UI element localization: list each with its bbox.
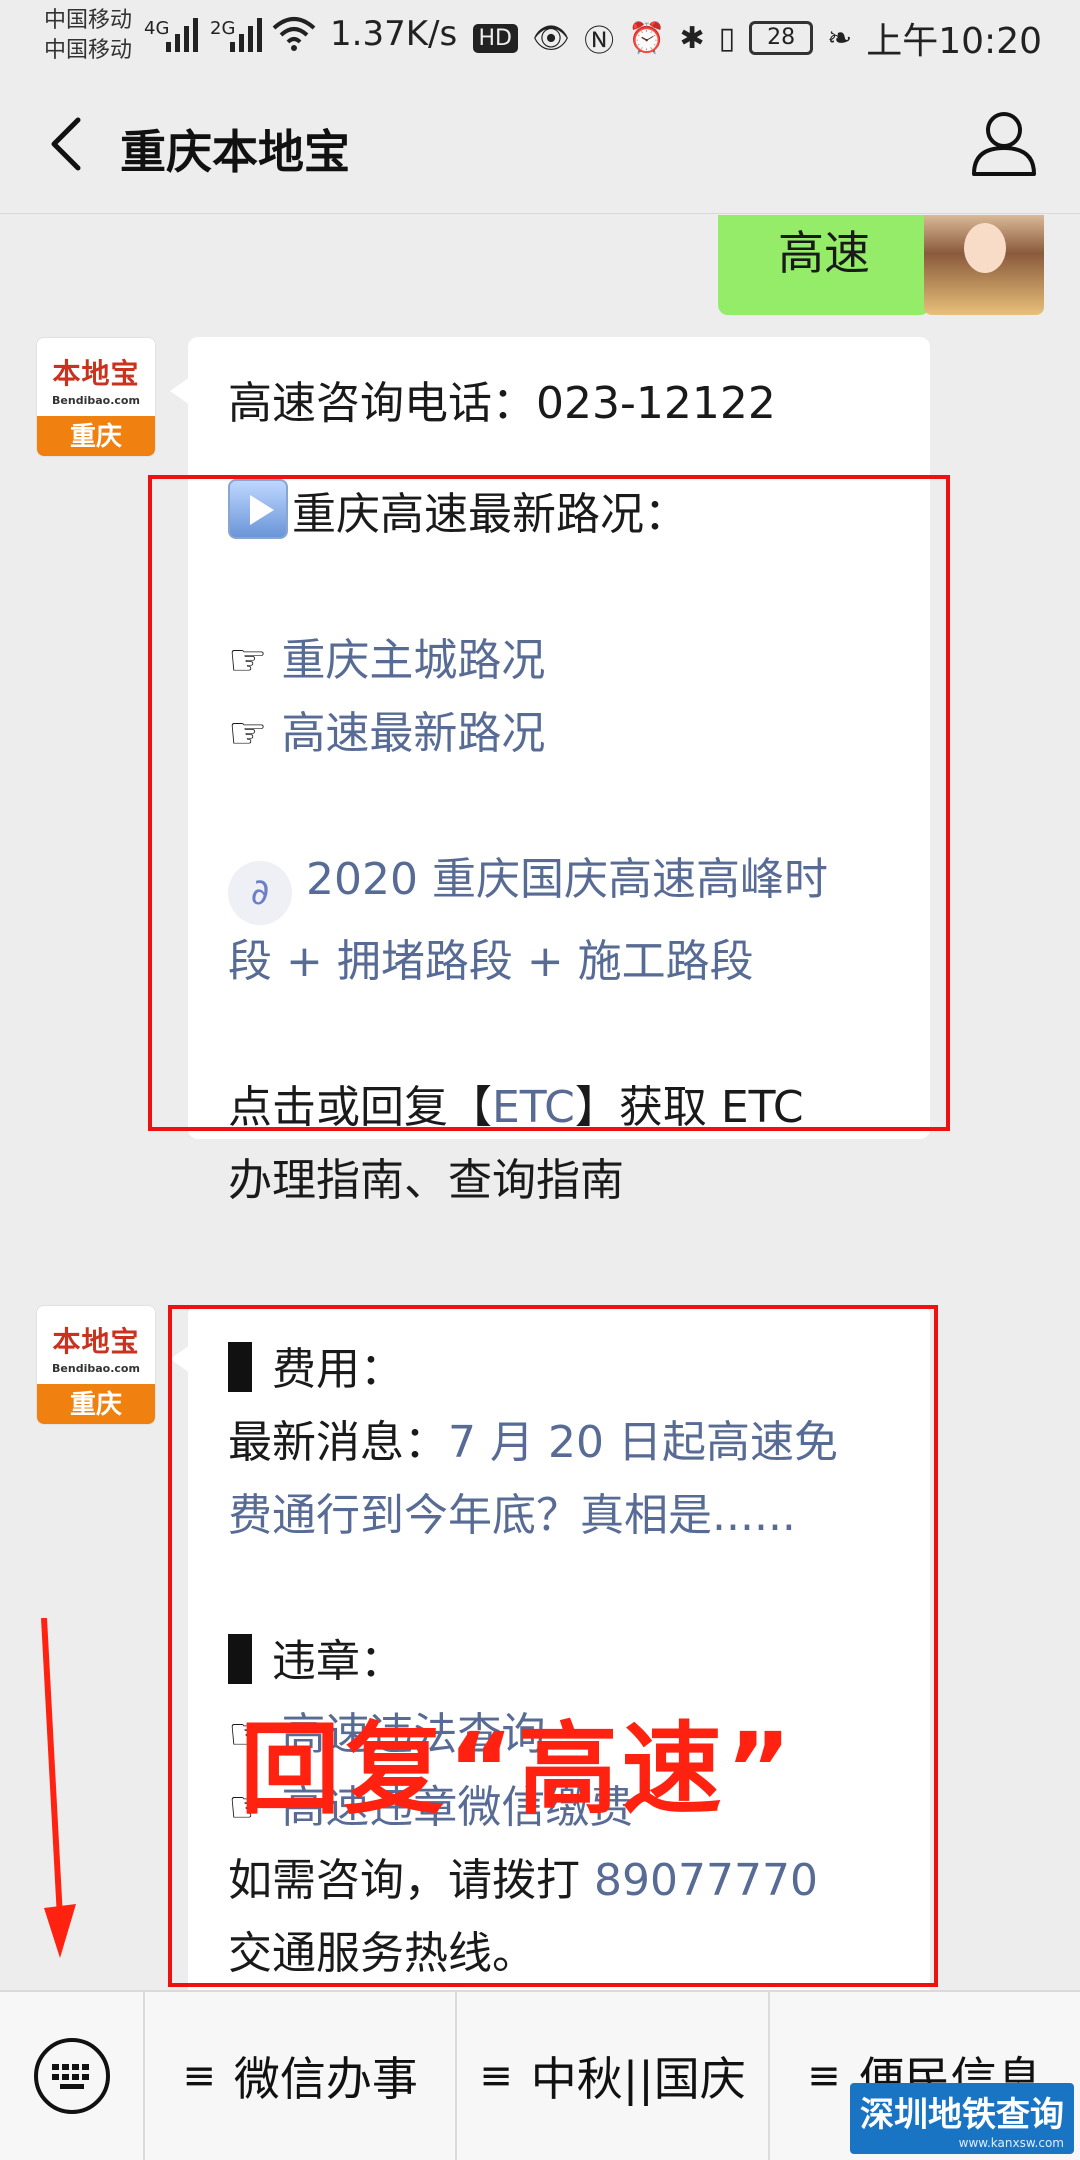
logo-domain: Bendibao.com [52, 394, 140, 407]
nfc-icon: Ⓝ [584, 24, 615, 59]
carrier-1: 中国移动 [44, 8, 133, 33]
carrier-labels: 中国移动 中国移动 [44, 6, 132, 66]
signal-icon-2 [230, 18, 262, 52]
chat-header: 重庆本地宝 [0, 76, 1080, 214]
menu-wechat-services[interactable]: ≡ 微信办事 [145, 1991, 458, 2160]
status-bar: 中国移动 中国移动 4G 2G 1.37K/s HD 👁 Ⓝ ⏰ ✱ ▯ 28 … [0, 0, 1080, 76]
logo-city: 重庆 [37, 1384, 155, 1424]
sent-message-bubble[interactable]: 高速 [718, 215, 948, 315]
signal-icon [166, 18, 198, 52]
menu-label: 中秋||国庆 [530, 2052, 746, 2106]
leaf-icon: ❧ [827, 20, 853, 56]
red-arrow-down-icon [41, 1618, 76, 1958]
logo-city: 重庆 [37, 416, 155, 456]
wifi-icon [272, 17, 316, 51]
menu-label: 微信办事 [233, 2052, 418, 2106]
alarm-icon: ⏰ [628, 20, 666, 56]
logo-text: 本地宝 [52, 357, 140, 390]
menu-holiday[interactable]: ≡ 中秋||国庆 [457, 1991, 770, 2160]
user-icon[interactable] [968, 106, 1040, 178]
official-account-avatar-2[interactable]: 本地宝 Bendibao.com 重庆 [36, 1305, 156, 1425]
etc-guide-text: 办理指南、查询指南 [228, 1155, 624, 1206]
menu-icon: ≡ [479, 2053, 513, 2099]
hotline-text: 高速咨询电话：023-12122 [228, 378, 776, 429]
annotation-reply-hint: 回复“高速” [240, 1711, 796, 1828]
chevron-left-icon[interactable] [40, 114, 100, 174]
logo-domain: Bendibao.com [52, 1362, 140, 1375]
watermark: 深圳地铁查询 www.kanxsw.com [850, 2083, 1074, 2154]
hd-badge: HD [472, 23, 518, 53]
watermark-text: 深圳地铁查询 [860, 2095, 1064, 2135]
menu-icon: ≡ [807, 2053, 841, 2099]
official-account-avatar[interactable]: 本地宝 Bendibao.com 重庆 [36, 337, 156, 457]
carrier-2: 中国移动 [44, 38, 133, 63]
logo-text: 本地宝 [52, 1325, 140, 1358]
network-speed: 1.37K/s [330, 14, 458, 54]
battery-icon: 28 [749, 21, 814, 55]
watermark-site: www.kanxsw.com [958, 2136, 1064, 2150]
keyboard-icon [33, 2038, 110, 2114]
my-avatar[interactable] [924, 215, 1044, 315]
highlight-box-2 [168, 1305, 938, 1987]
clock: 上午10:20 [866, 21, 1042, 62]
bluetooth-icon: ✱ [679, 20, 705, 56]
highlight-box-1 [148, 475, 950, 1131]
vibrate-icon: ▯ [718, 20, 736, 56]
menu-icon: ≡ [182, 2053, 216, 2099]
chat-title: 重庆本地宝 [120, 125, 350, 179]
eye-icon: 👁 [532, 20, 571, 56]
keyboard-toggle-button[interactable] [0, 1991, 145, 2160]
status-icons: HD 👁 Ⓝ ⏰ ✱ ▯ 28 ❧ 上午10:20 [472, 12, 1042, 64]
